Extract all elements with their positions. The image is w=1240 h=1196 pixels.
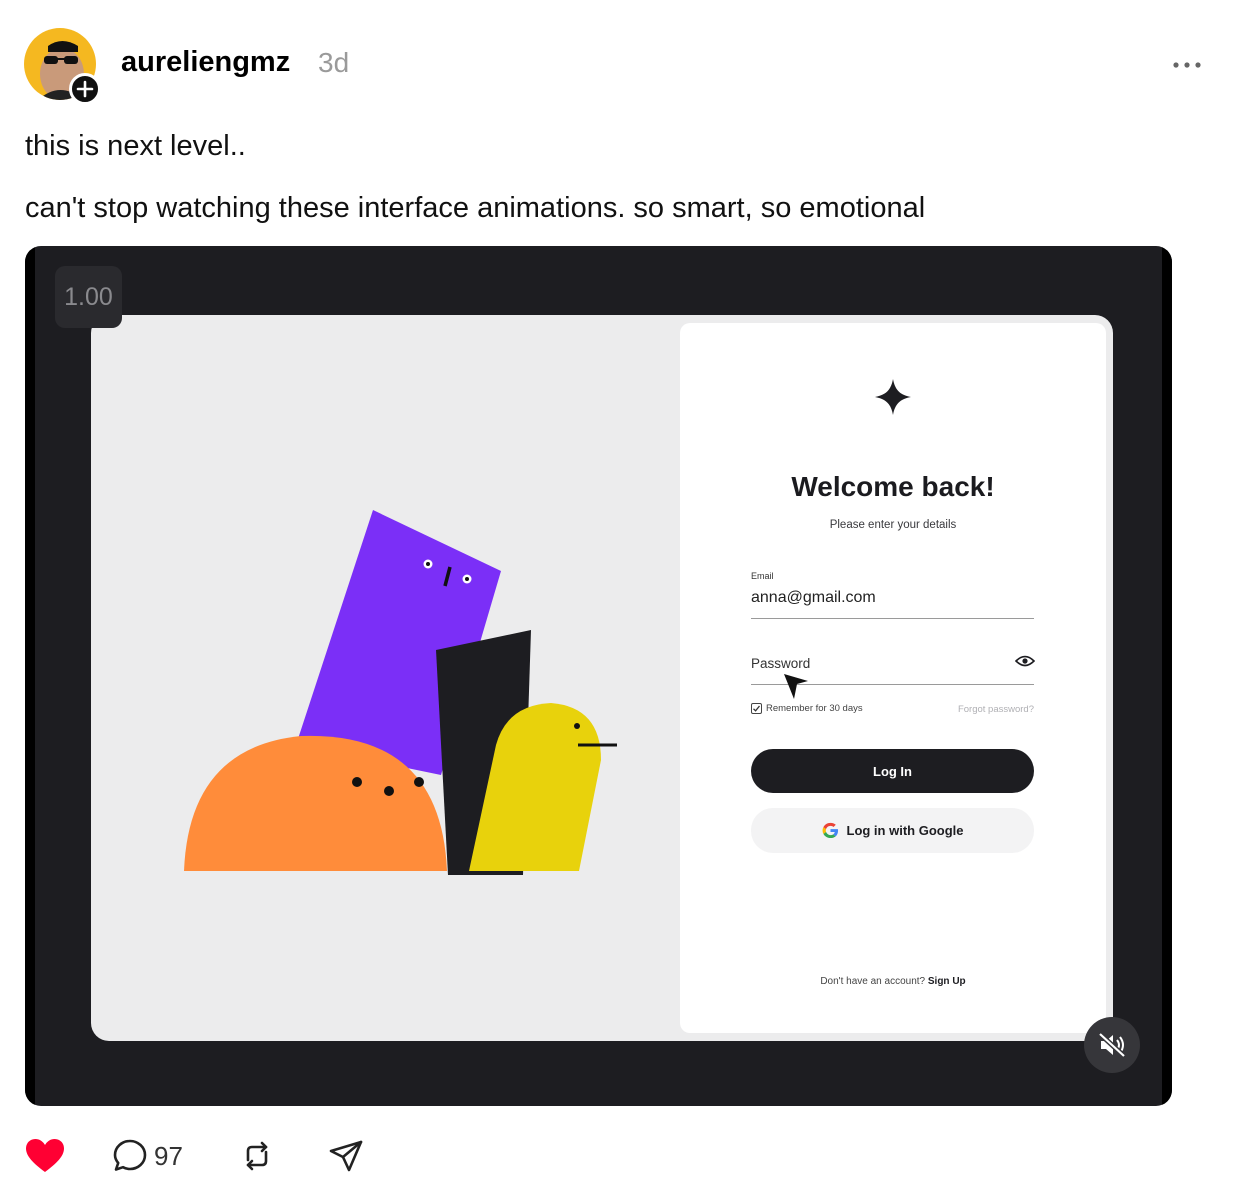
- username[interactable]: aureliengmz: [121, 46, 290, 79]
- email-label: Email: [751, 571, 774, 581]
- characters-illustration: [184, 510, 617, 875]
- password-field: Password: [751, 656, 811, 671]
- signup-prompt-text: Don't have an account?: [820, 976, 926, 987]
- google-button-label: Log in with Google: [846, 823, 964, 838]
- plus-icon: [76, 80, 94, 98]
- google-icon: [822, 822, 838, 839]
- checkbox-box: [751, 703, 762, 714]
- reply-icon: [113, 1139, 147, 1171]
- follow-button[interactable]: [69, 73, 101, 105]
- cursor-icon: [784, 674, 808, 699]
- video-edge-left: [25, 246, 35, 1106]
- zoom-indicator: 1.00: [55, 266, 122, 328]
- welcome-subtitle: Please enter your details: [829, 519, 957, 531]
- more-icon: [1173, 62, 1201, 68]
- email-field: anna@gmail.com: [751, 589, 876, 606]
- post-text-line-1: this is next level..: [25, 130, 246, 162]
- video-edge-right: [1162, 246, 1172, 1106]
- remember-checkbox: Remember for 30 days: [751, 703, 863, 714]
- post-timestamp: 3d: [318, 47, 350, 78]
- post-actions: 97: [0, 1128, 1240, 1184]
- heart-icon: [26, 1139, 64, 1172]
- forgot-password-link: Forgot password?: [957, 704, 1034, 715]
- google-login-button: Log in with Google: [751, 808, 1034, 853]
- post-text-line-2: can't stop watching these interface anim…: [25, 192, 926, 224]
- check-icon: [753, 705, 761, 712]
- login-screen-mockup: Welcome back! Please enter your details …: [91, 315, 1113, 1041]
- signup-prompt: Don't have an account? Sign Up: [680, 976, 1106, 987]
- email-underline: [751, 618, 1034, 619]
- mute-button[interactable]: [1084, 1017, 1140, 1073]
- remember-label: Remember for 30 days: [766, 703, 863, 714]
- reply-count: 97: [154, 1140, 183, 1171]
- welcome-title: Welcome back!: [791, 471, 995, 502]
- repost-button[interactable]: [239, 1128, 275, 1184]
- reply-button[interactable]: 97: [112, 1128, 183, 1184]
- login-card: Welcome back! Please enter your details …: [680, 323, 1106, 1033]
- repost-icon: [246, 1141, 268, 1171]
- like-button[interactable]: [25, 1128, 65, 1184]
- more-button[interactable]: [1168, 50, 1206, 80]
- share-icon: [329, 1140, 363, 1172]
- sparkle-logo-icon: [875, 379, 911, 415]
- avatar[interactable]: [24, 28, 101, 105]
- eye-icon: [1015, 655, 1035, 667]
- login-button: Log In: [751, 749, 1034, 793]
- mute-icon: [1098, 1032, 1126, 1058]
- share-button[interactable]: [328, 1128, 364, 1184]
- signup-link: Sign Up: [927, 976, 966, 987]
- video-player[interactable]: Welcome back! Please enter your details …: [25, 246, 1172, 1106]
